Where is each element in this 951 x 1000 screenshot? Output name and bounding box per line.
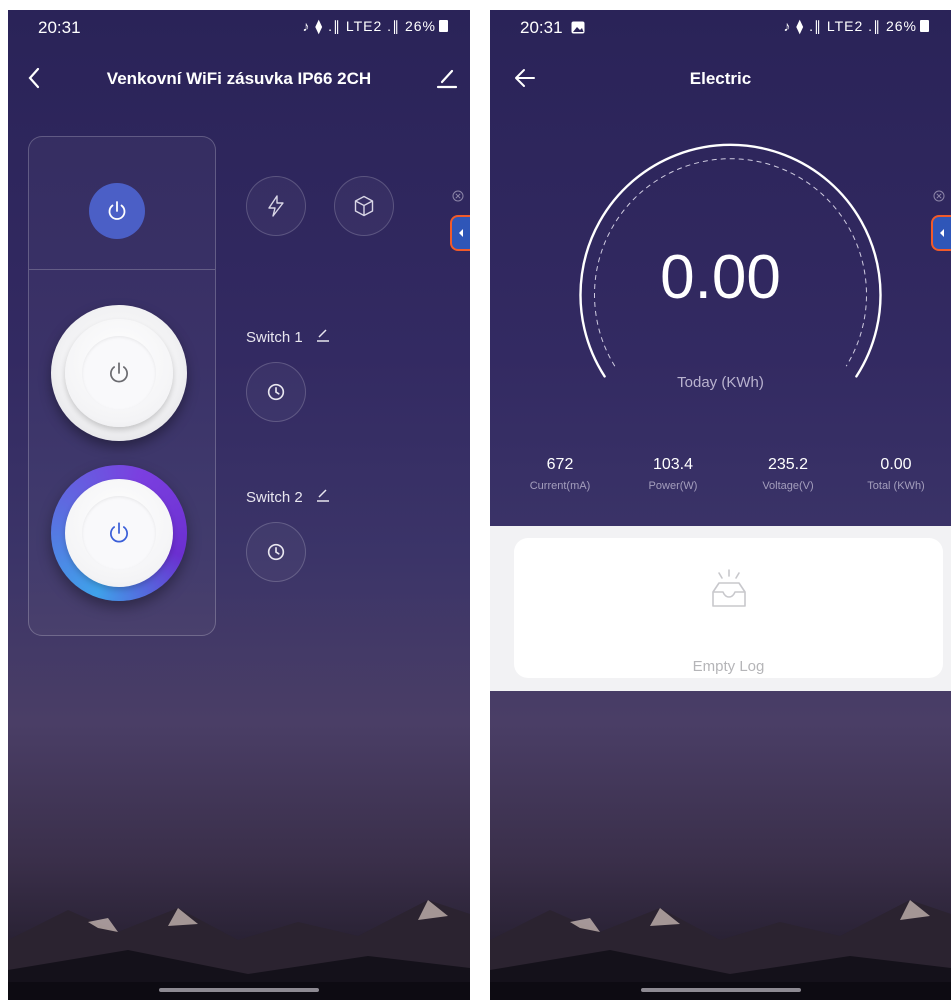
- switch-2-row: Switch 2: [246, 488, 331, 506]
- switch-2-label: Switch 2: [246, 489, 303, 506]
- image-notification-icon: [571, 21, 585, 34]
- today-energy-value: 0.00: [660, 243, 781, 312]
- status-icons: ♪ ⧫ .∥ LTE2 .∥ 26%: [302, 18, 448, 35]
- close-icon[interactable]: [933, 190, 945, 202]
- panel-divider: [29, 269, 215, 270]
- stat-value: 103.4: [652, 456, 694, 473]
- signal-icons: ♪ ⧫ .∥ LTE2 .∥: [783, 18, 882, 34]
- switch-1-label: Switch 1: [246, 329, 303, 346]
- side-panel-tab[interactable]: [931, 215, 951, 251]
- stat-label: Power(W): [648, 480, 698, 492]
- battery-percent: 26%: [885, 18, 917, 34]
- status-bar: 20:31 ♪ ⧫ .∥ LTE2 .∥ 26%: [490, 10, 951, 44]
- clock-icon: [267, 543, 285, 561]
- power-icon: [108, 201, 126, 220]
- empty-log-text: Empty Log: [692, 658, 765, 675]
- battery-icon: [439, 20, 448, 32]
- status-bar: 20:31 ♪ ⧫ .∥ LTE2 .∥ 26%: [8, 10, 470, 44]
- chevron-left-icon: [459, 229, 463, 237]
- home-bar: [490, 982, 951, 1000]
- electric-stats-button[interactable]: [246, 176, 306, 236]
- electric-stats-row: 672 Current(mA) 103.4 Power(W) 235.2 Vol…: [490, 456, 951, 516]
- switch-1-row: Switch 1: [246, 328, 331, 346]
- top-bar: Electric: [490, 60, 951, 100]
- stat-value: 235.2: [767, 456, 809, 473]
- lightning-icon: [268, 195, 284, 217]
- cube-icon: [354, 195, 374, 217]
- mountain-background: [8, 900, 470, 1000]
- log-section: Empty Log: [490, 526, 951, 691]
- power-icon: [110, 522, 128, 543]
- mountain-background: [490, 900, 951, 1000]
- stat-label: Current(mA): [529, 480, 591, 492]
- battery-icon: [920, 20, 929, 32]
- edit-icon[interactable]: [436, 66, 458, 95]
- home-indicator[interactable]: [640, 988, 801, 992]
- clock-icon: [267, 383, 285, 401]
- page-title: Electric: [689, 69, 752, 88]
- stat-label: Voltage(V): [762, 480, 814, 492]
- stat-power: 103.4 Power(W): [618, 456, 728, 492]
- page-title: Venkovní WiFi zásuvka IP66 2CH: [106, 69, 372, 88]
- edit-name-icon[interactable]: [315, 328, 331, 346]
- battery-percent: 26%: [404, 18, 436, 34]
- status-icons: ♪ ⧫ .∥ LTE2 .∥ 26%: [783, 18, 929, 35]
- switch-1-power-button[interactable]: [51, 305, 187, 441]
- side-panel-tab[interactable]: [450, 215, 470, 251]
- stat-voltage: 235.2 Voltage(V): [733, 456, 843, 492]
- close-icon[interactable]: [452, 190, 464, 202]
- signal-icons: ♪ ⧫ .∥ LTE2 .∥: [302, 18, 401, 34]
- stat-total: 0.00 Total (KWh): [841, 456, 951, 492]
- switch-panel: [28, 136, 216, 636]
- stat-value: 672: [546, 456, 574, 473]
- chevron-left-icon: [940, 229, 944, 237]
- switch-1-timer-button[interactable]: [246, 362, 306, 422]
- home-indicator[interactable]: [159, 988, 319, 992]
- switch-2-power-button[interactable]: [51, 465, 187, 601]
- status-time: 20:31: [520, 18, 585, 38]
- power-icon: [110, 362, 128, 383]
- stat-label: Total (KWh): [867, 480, 925, 492]
- device-control-screen: 20:31 ♪ ⧫ .∥ LTE2 .∥ 26% Venkovní WiFi z…: [8, 10, 470, 1000]
- stat-value: 0.00: [880, 456, 912, 473]
- cube-settings-button[interactable]: [334, 176, 394, 236]
- electric-screen: 20:31 ♪ ⧫ .∥ LTE2 .∥ 26% Electric 0.00 T…: [490, 10, 951, 1000]
- switch-2-timer-button[interactable]: [246, 522, 306, 582]
- top-bar: Venkovní WiFi zásuvka IP66 2CH: [8, 60, 470, 100]
- all-power-button[interactable]: [89, 183, 145, 239]
- home-bar: [8, 982, 470, 1000]
- today-energy-label: Today (KWh): [677, 374, 764, 391]
- edit-name-icon[interactable]: [315, 488, 331, 506]
- status-time: 20:31: [38, 18, 81, 37]
- log-card: Empty Log: [514, 538, 943, 678]
- stat-current: 672 Current(mA): [505, 456, 615, 492]
- empty-inbox-icon: [711, 569, 746, 607]
